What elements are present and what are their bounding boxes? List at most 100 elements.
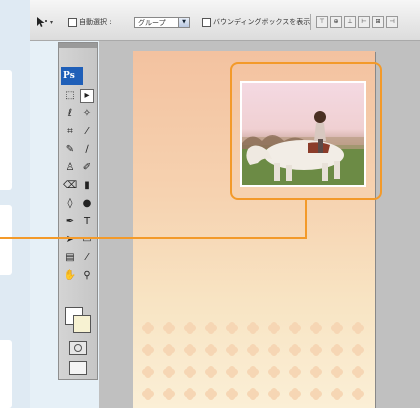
flower-motif xyxy=(162,321,176,335)
flower-motif xyxy=(183,387,197,401)
flower-motif xyxy=(309,387,323,401)
magic-wand-tool-icon[interactable]: ✧ xyxy=(80,107,94,121)
flower-motif xyxy=(309,321,323,335)
flower-motif xyxy=(288,387,302,401)
shape-tool-icon[interactable]: ▭ xyxy=(80,233,94,247)
tool-preset-picker[interactable]: ▾ xyxy=(36,16,58,28)
options-bar: ▾ 自動選択 : グループ ▼ バウンディングボックスを表示 ⊤ ⊕ ⊥ ⊢ ⊞… xyxy=(30,0,420,41)
flower-motif xyxy=(288,343,302,357)
flower-motif xyxy=(141,321,155,335)
photoshop-logo[interactable]: Ps xyxy=(61,67,83,85)
screen-mode-icon[interactable] xyxy=(69,361,87,375)
auto-select-value: グループ xyxy=(138,18,166,27)
auto-select-label: 自動選択 : xyxy=(79,18,112,26)
background-color-swatch[interactable] xyxy=(73,315,91,333)
toolbox-panel: Ps ⬚ ▸ ℓ ✧ ⌗ ⁄ ✎ ∕ ♙ ✐ ⌫ ▮ ◊ ● ✒ T ➤ ▭ ▤ ⁄ ✋ ⚲ xyxy=(58,42,98,380)
flower-motif xyxy=(162,387,176,401)
flower-motif xyxy=(309,365,323,379)
flower-motif xyxy=(330,321,344,335)
right-align-icon[interactable]: ⊣ xyxy=(386,16,398,28)
quick-mask-icon[interactable] xyxy=(69,341,87,355)
flower-motif xyxy=(204,365,218,379)
toolbox-grip[interactable] xyxy=(59,43,97,48)
flower-motif xyxy=(225,387,239,401)
flower-motif xyxy=(330,343,344,357)
top-align-icon[interactable]: ⊤ xyxy=(316,16,328,28)
flower-motif xyxy=(183,343,197,357)
path-selection-tool-icon[interactable]: ➤ xyxy=(63,233,77,247)
clone-stamp-tool-icon[interactable]: ♙ xyxy=(63,161,77,175)
flower-motif xyxy=(162,365,176,379)
flower-motif xyxy=(204,321,218,335)
pattern-row xyxy=(141,387,365,401)
auto-select-checkbox[interactable]: 自動選択 : xyxy=(68,16,112,28)
flower-motif xyxy=(351,321,365,335)
hand-tool-icon[interactable]: ✋ xyxy=(63,269,77,283)
checkbox-box[interactable] xyxy=(68,17,77,27)
background-panel xyxy=(0,70,12,190)
flower-motif xyxy=(183,321,197,335)
brush-tool-icon[interactable]: ∕ xyxy=(80,143,94,157)
left-align-icon[interactable]: ⊢ xyxy=(358,16,370,28)
callout-line xyxy=(0,237,306,239)
flower-motif xyxy=(141,387,155,401)
move-tool-icon xyxy=(37,17,47,27)
bounding-box-label: バウンディングボックスを表示 xyxy=(213,18,311,26)
history-brush-tool-icon[interactable]: ✐ xyxy=(80,161,94,175)
flower-motif xyxy=(204,343,218,357)
type-tool-icon[interactable]: T xyxy=(80,215,94,229)
move-tool-icon[interactable]: ▸ xyxy=(80,89,94,103)
flower-motif xyxy=(351,387,365,401)
flower-motif xyxy=(288,321,302,335)
gradient-tool-icon[interactable]: ▮ xyxy=(80,179,94,193)
divider xyxy=(310,14,311,30)
pattern-row xyxy=(141,343,365,357)
zoom-tool-icon[interactable]: ⚲ xyxy=(80,269,94,283)
chevron-down-icon[interactable]: ▼ xyxy=(178,18,189,27)
marquee-tool-icon[interactable]: ⬚ xyxy=(63,89,77,103)
flower-motif xyxy=(351,365,365,379)
show-bounding-box-checkbox[interactable]: バウンディングボックスを表示 xyxy=(202,16,310,28)
dodge-tool-icon[interactable]: ● xyxy=(80,197,94,211)
flower-motif xyxy=(267,387,281,401)
vcenter-align-icon[interactable]: ⊕ xyxy=(330,16,342,28)
background-panel xyxy=(0,340,12,408)
chevron-down-icon: ▾ xyxy=(50,18,54,26)
flower-motif xyxy=(225,321,239,335)
callout-line xyxy=(305,200,307,239)
blur-tool-icon[interactable]: ◊ xyxy=(63,197,77,211)
flower-motif xyxy=(267,321,281,335)
background-panel xyxy=(0,205,12,275)
flower-motif xyxy=(246,321,260,335)
pen-tool-icon[interactable]: ✒ xyxy=(63,215,77,229)
bottom-align-icon[interactable]: ⊥ xyxy=(344,16,356,28)
eyedropper-tool-icon[interactable]: ⁄ xyxy=(80,125,94,139)
align-buttons: ⊤ ⊕ ⊥ ⊢ ⊞ ⊣ xyxy=(316,16,398,28)
flower-motif xyxy=(162,343,176,357)
flower-motif xyxy=(141,365,155,379)
flower-motif xyxy=(246,343,260,357)
checkbox-box[interactable] xyxy=(202,17,211,27)
flower-motif xyxy=(267,343,281,357)
hcenter-align-icon[interactable]: ⊞ xyxy=(372,16,384,28)
flower-motif xyxy=(183,365,197,379)
healing-brush-tool-icon[interactable]: ✎ xyxy=(63,143,77,157)
flower-motif xyxy=(141,343,155,357)
crop-tool-icon[interactable]: ⌗ xyxy=(63,125,77,139)
pattern-row xyxy=(141,321,365,335)
lasso-tool-icon[interactable]: ℓ xyxy=(63,107,77,121)
flower-motif xyxy=(330,365,344,379)
flower-motif xyxy=(267,365,281,379)
flower-motif xyxy=(225,343,239,357)
flower-motif xyxy=(246,365,260,379)
flower-motif xyxy=(246,387,260,401)
auto-select-dropdown[interactable]: グループ ▼ xyxy=(134,17,190,28)
flower-motif xyxy=(204,387,218,401)
flower-motif xyxy=(309,343,323,357)
photo-highlight-frame xyxy=(230,62,382,200)
pattern-row xyxy=(141,365,365,379)
notes-tool-icon[interactable]: ▤ xyxy=(63,251,77,265)
flower-motif xyxy=(351,343,365,357)
eyedropper2-tool-icon[interactable]: ⁄ xyxy=(80,251,94,265)
eraser-tool-icon[interactable]: ⌫ xyxy=(63,179,77,193)
